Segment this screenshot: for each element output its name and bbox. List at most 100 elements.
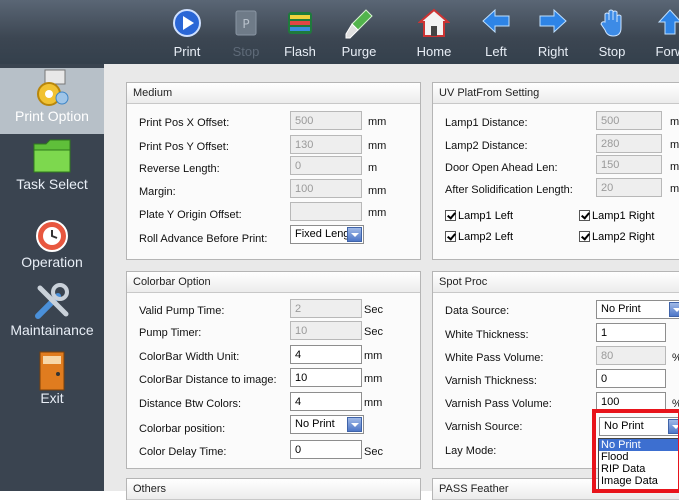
left-sidebar: Print Option Task Select Operation Maint…: [0, 64, 104, 491]
margin-label: Margin:: [139, 186, 176, 198]
print-pos-y-field[interactable]: 130: [290, 135, 362, 154]
spot-title: Spot Proc: [433, 272, 679, 293]
checkbox-checked-icon: [445, 210, 456, 221]
color-delay-field[interactable]: 0: [290, 440, 362, 459]
door-open-field[interactable]: 150: [596, 155, 662, 174]
white-pass-label: White Pass Volume:: [445, 352, 544, 364]
lamp2-right-checkbox[interactable]: Lamp2 Right: [579, 231, 654, 243]
distance-colors-label: Distance Btw Colors:: [139, 398, 242, 410]
sidebar-item-exit[interactable]: Exit: [0, 350, 104, 416]
uv-title: UV PlatFrom Setting: [433, 83, 679, 104]
door-open-unit: m: [670, 161, 679, 173]
margin-field[interactable]: 100: [290, 179, 362, 198]
lamp2-left-label: Lamp2 Left: [458, 231, 514, 243]
hand-icon: [600, 9, 622, 37]
colorbar-panel: Colorbar Option Valid Pump Time: 2 Sec P…: [126, 271, 421, 469]
valid-pump-unit: Sec: [364, 304, 383, 316]
roll-advance-select[interactable]: Fixed Length: [290, 225, 364, 244]
folder-icon: [33, 139, 71, 173]
print-button[interactable]: Print: [165, 0, 209, 64]
home-label: Home: [416, 44, 452, 59]
pause-icon: P: [235, 10, 257, 36]
lamp2-distance-label: Lamp2 Distance:: [445, 140, 528, 152]
colorbar-position-select[interactable]: No Print: [290, 415, 364, 434]
sidebar-item-print-option[interactable]: Print Option: [0, 68, 104, 134]
valid-pump-field[interactable]: 2: [290, 299, 362, 318]
after-solid-field[interactable]: 20: [596, 178, 662, 197]
sidebar-item-operation[interactable]: Operation: [0, 214, 104, 280]
exit-door-icon: [39, 351, 65, 391]
distance-image-field[interactable]: 10: [290, 368, 362, 387]
flash-icon: [288, 12, 312, 34]
lamp2-right-label: Lamp2 Right: [592, 231, 655, 243]
roll-advance-label: Roll Advance Before Print:: [139, 233, 268, 245]
highlight-box: [592, 409, 679, 493]
distance-image-label: ColorBar Distance to image:: [139, 374, 277, 386]
sidebar-item-task-select[interactable]: Task Select: [0, 136, 104, 202]
data-source-value: No Print: [601, 303, 641, 315]
varnish-thickness-field[interactable]: 0: [596, 369, 666, 388]
width-unit-unit: mm: [364, 350, 383, 362]
stop-button[interactable]: P Stop: [226, 0, 266, 64]
reverse-length-label: Reverse Length:: [139, 163, 220, 175]
clock-icon: [36, 220, 68, 252]
lamp1-right-checkbox[interactable]: Lamp1 Right: [579, 210, 654, 222]
plate-y-field[interactable]: [290, 202, 362, 221]
varnish-pass-label: Varnish Pass Volume:: [445, 398, 552, 410]
right-label: Right: [537, 44, 569, 59]
right-button[interactable]: Right: [530, 0, 576, 64]
print-pos-x-unit: mm: [368, 116, 387, 128]
width-unit-field[interactable]: 4: [290, 345, 362, 364]
data-source-select[interactable]: No Print: [596, 300, 679, 319]
medium-panel: Medium Print Pos X Offset: 500 mm Print …: [126, 82, 421, 260]
color-delay-label: Color Delay Time:: [139, 446, 227, 458]
varnish-thickness-label: Varnish Thickness:: [445, 375, 537, 387]
lamp1-distance-field[interactable]: 500: [596, 111, 662, 130]
plate-y-label: Plate Y Origin Offset:: [139, 209, 242, 221]
white-thickness-field[interactable]: 1: [596, 323, 666, 342]
stop-move-button[interactable]: Stop: [590, 0, 634, 64]
varnish-source-label: Varnish Source:: [445, 421, 523, 433]
purge-label: Purge: [341, 44, 377, 59]
data-source-label: Data Source:: [445, 305, 510, 317]
lamp2-distance-unit: m: [670, 139, 679, 151]
lay-mode-label: Lay Mode:: [445, 445, 497, 457]
home-button[interactable]: Home: [412, 0, 456, 64]
lamp1-left-label: Lamp1 Left: [458, 210, 514, 222]
pump-timer-label: Pump Timer:: [139, 327, 202, 339]
chevron-down-icon: [347, 227, 362, 242]
sidebar-label-exit: Exit: [40, 390, 64, 406]
print-pos-x-field[interactable]: 500: [290, 111, 362, 130]
lamp1-left-checkbox[interactable]: Lamp1 Left: [445, 210, 513, 222]
distance-colors-unit: mm: [364, 397, 383, 409]
lamp2-left-checkbox[interactable]: Lamp2 Left: [445, 231, 513, 243]
flash-button[interactable]: Flash: [278, 0, 322, 64]
distance-colors-field[interactable]: 4: [290, 392, 362, 411]
color-delay-unit: Sec: [364, 446, 383, 458]
door-open-label: Door Open Ahead Len:: [445, 162, 558, 174]
reverse-length-unit: m: [368, 162, 378, 174]
sidebar-item-maintainance[interactable]: Maintainance: [0, 282, 104, 348]
gear-icon: [37, 69, 69, 106]
purge-button[interactable]: Purge: [336, 0, 382, 64]
checkbox-checked-icon: [579, 231, 590, 242]
sidebar-label-operation: Operation: [21, 254, 83, 270]
lamp1-distance-unit: m: [670, 116, 679, 128]
lamp1-distance-label: Lamp1 Distance:: [445, 117, 528, 129]
checkbox-checked-icon: [579, 210, 590, 221]
arrow-up-icon: [657, 9, 679, 35]
white-pass-field[interactable]: 80: [596, 346, 666, 365]
print-pos-y-label: Print Pos Y Offset:: [139, 141, 229, 153]
left-button[interactable]: Left: [474, 0, 518, 64]
distance-image-unit: mm: [364, 373, 383, 385]
lamp2-distance-field[interactable]: 280: [596, 134, 662, 153]
plate-y-unit: mm: [368, 207, 387, 219]
pump-timer-field[interactable]: 10: [290, 321, 362, 340]
stop-label: Stop: [232, 44, 260, 59]
sidebar-label-maintainance: Maintainance: [10, 322, 94, 338]
medium-title: Medium: [127, 83, 420, 104]
reverse-length-field[interactable]: 0: [290, 156, 362, 175]
margin-unit: mm: [368, 185, 387, 197]
colorbar-position-value: No Print: [295, 418, 335, 430]
forward-button[interactable]: Forw: [648, 0, 679, 64]
